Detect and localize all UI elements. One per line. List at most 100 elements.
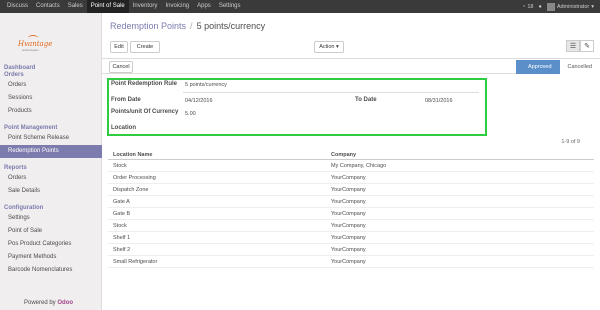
user-name: Administrator (556, 3, 590, 10)
column-company[interactable]: Company (328, 150, 594, 159)
status-bar: Cancel Approved Cancelled (102, 60, 600, 74)
table-row[interactable]: Gate A YourCompany (108, 196, 594, 208)
view-switcher: ☰ ✎ (566, 40, 594, 52)
user-menu[interactable]: Administrator ▾ (546, 2, 594, 11)
cell-location: Stock (113, 223, 127, 229)
sidebar-section-configuration: Configuration (4, 205, 44, 211)
chat-icon[interactable]: ● (539, 4, 542, 10)
column-location-name[interactable]: Location Name (108, 150, 328, 159)
list-view-icon[interactable]: ☰ (566, 40, 580, 52)
table-row[interactable]: Shelf 2 YourCompany (108, 244, 594, 256)
menu-contacts[interactable]: Contacts (32, 0, 64, 13)
logo-brand: Hvantage (18, 40, 53, 48)
cell-company: My Company, Chicago (331, 163, 387, 169)
table-row[interactable]: Small Refrigerator YourCompany (108, 256, 594, 268)
menu-sales[interactable]: Sales (64, 0, 87, 13)
cell-company: YourCompany (331, 211, 366, 217)
cell-location: Shelf 1 (113, 235, 131, 241)
points-per-currency-label: Points/unit Of Currency (111, 109, 179, 115)
points-per-currency-value: 5.00 (185, 111, 196, 117)
cell-location: Gate B (113, 211, 131, 217)
powered-by-link[interactable]: Odoo (57, 300, 73, 306)
sidebar-section-dashboard[interactable]: Dashboard (0, 65, 102, 72)
table-row[interactable]: Shelf 1 YourCompany (108, 232, 594, 244)
action-dropdown[interactable]: Action ▾ (314, 41, 344, 53)
stage-approved[interactable]: Approved (515, 60, 560, 74)
powered-by-label: Powered by (24, 300, 56, 306)
cell-company: YourCompany (331, 199, 366, 205)
to-date-value: 08/31/2016 (425, 98, 453, 104)
from-date-label: From Date (111, 97, 141, 103)
sidebar-item-sale-details[interactable]: Sale Details (0, 185, 102, 198)
sidebar-item-redemption-points[interactable]: Redemption Points (0, 145, 102, 158)
cell-company: YourCompany (331, 175, 366, 181)
sidebar-item-point-scheme-release[interactable]: Point Scheme Release (0, 132, 102, 145)
sidebar-item-products[interactable]: Products (0, 105, 102, 118)
table-row[interactable]: Dispatch Zone YourCompany (108, 184, 594, 196)
edit-button[interactable]: Edit (110, 41, 128, 53)
cell-location: Dispatch Zone (113, 187, 149, 193)
menu-point-of-sale[interactable]: Point of Sale (86, 0, 129, 13)
menu-settings[interactable]: Settings (215, 0, 245, 13)
menu-apps[interactable]: Apps (193, 0, 215, 13)
create-button[interactable]: Create (130, 41, 160, 53)
cell-company: YourCompany (331, 223, 366, 229)
breadcrumb-current: 5 points/currency (196, 21, 266, 31)
cell-location: Gate A (113, 199, 130, 205)
sidebar-section-reports: Reports (4, 165, 27, 171)
app-menu: Discuss Contacts Sales Point of Sale Inv… (0, 0, 245, 13)
control-panel: Redemption Points /5 points/currency Edit… (102, 13, 600, 59)
location-table: Location Name Company Stock My Company, C… (108, 150, 594, 268)
table-row[interactable]: Stock YourCompany (108, 220, 594, 232)
notification-count: 18 (527, 3, 534, 10)
sidebar-item-settings[interactable]: Settings (0, 212, 102, 225)
sidebar-item-barcode-nomenclatures[interactable]: Barcode Nomenclatures (0, 264, 102, 277)
table-row[interactable]: Stock My Company, Chicago (108, 160, 594, 172)
top-menu-bar: Discuss Contacts Sales Point of Sale Inv… (0, 0, 600, 13)
sidebar-item-sessions[interactable]: Sessions (0, 92, 102, 105)
breadcrumb: Redemption Points /5 points/currency (110, 21, 265, 31)
sidebar: Hvantage technologies Dashboard Orders O… (0, 13, 102, 310)
table-row[interactable]: Order Processing YourCompany (108, 172, 594, 184)
location-label: Location (111, 125, 136, 131)
sidebar-item-payment-methods[interactable]: Payment Methods (0, 251, 102, 264)
redemption-form: Point Redemption Rule 5 points/currency … (107, 78, 487, 136)
breadcrumb-separator: / (190, 21, 193, 31)
menu-inventory[interactable]: Inventory (129, 0, 162, 13)
stage-indicator: Approved Cancelled (515, 60, 600, 74)
stage-cancelled[interactable]: Cancelled (559, 60, 600, 74)
breadcrumb-parent[interactable]: Redemption Points (110, 21, 186, 31)
powered-by: Powered by Odoo (24, 300, 73, 306)
clock-icon: ◔ (522, 3, 526, 10)
sidebar-item-point-of-sale[interactable]: Point of Sale (0, 225, 102, 238)
sidebar-item-orders[interactable]: Orders (0, 79, 102, 92)
chevron-down-icon: ▾ (591, 3, 594, 10)
main-content: Redemption Points /5 points/currency Edit… (102, 13, 600, 310)
cell-location: Stock (113, 163, 127, 169)
form-view-icon[interactable]: ✎ (580, 40, 594, 52)
logo-subtitle: technologies (22, 48, 39, 52)
to-date-label: To Date (355, 97, 377, 103)
avatar (546, 2, 555, 11)
cancel-button[interactable]: Cancel (109, 61, 133, 73)
menu-discuss[interactable]: Discuss (3, 0, 32, 13)
sidebar-section-orders: Orders (4, 72, 24, 78)
sidebar-nav: Dashboard Orders Orders Sessions Product… (0, 65, 102, 277)
list-pager: 1-9 of 9 (561, 139, 580, 145)
cell-company: YourCompany (331, 235, 366, 241)
sidebar-item-pos-product-categories[interactable]: Pos Product Categories (0, 238, 102, 251)
table-header: Location Name Company (108, 150, 594, 160)
company-logo: Hvantage technologies (18, 35, 56, 53)
rule-underline (183, 92, 479, 93)
table-row[interactable]: Gate B YourCompany (108, 208, 594, 220)
cell-location: Small Refrigerator (113, 259, 158, 265)
cell-location: Shelf 2 (113, 247, 131, 253)
menu-invoicing[interactable]: Invoicing (161, 0, 193, 13)
sidebar-item-report-orders[interactable]: Orders (0, 172, 102, 185)
from-date-value: 04/12/2016 (185, 98, 213, 104)
cell-company: YourCompany (331, 247, 366, 253)
sidebar-section-point-management: Point Management (4, 125, 58, 131)
cell-company: YourCompany (331, 259, 366, 265)
rule-label: Point Redemption Rule (111, 81, 177, 87)
notifications-button[interactable]: ◔ 18 (522, 4, 533, 10)
